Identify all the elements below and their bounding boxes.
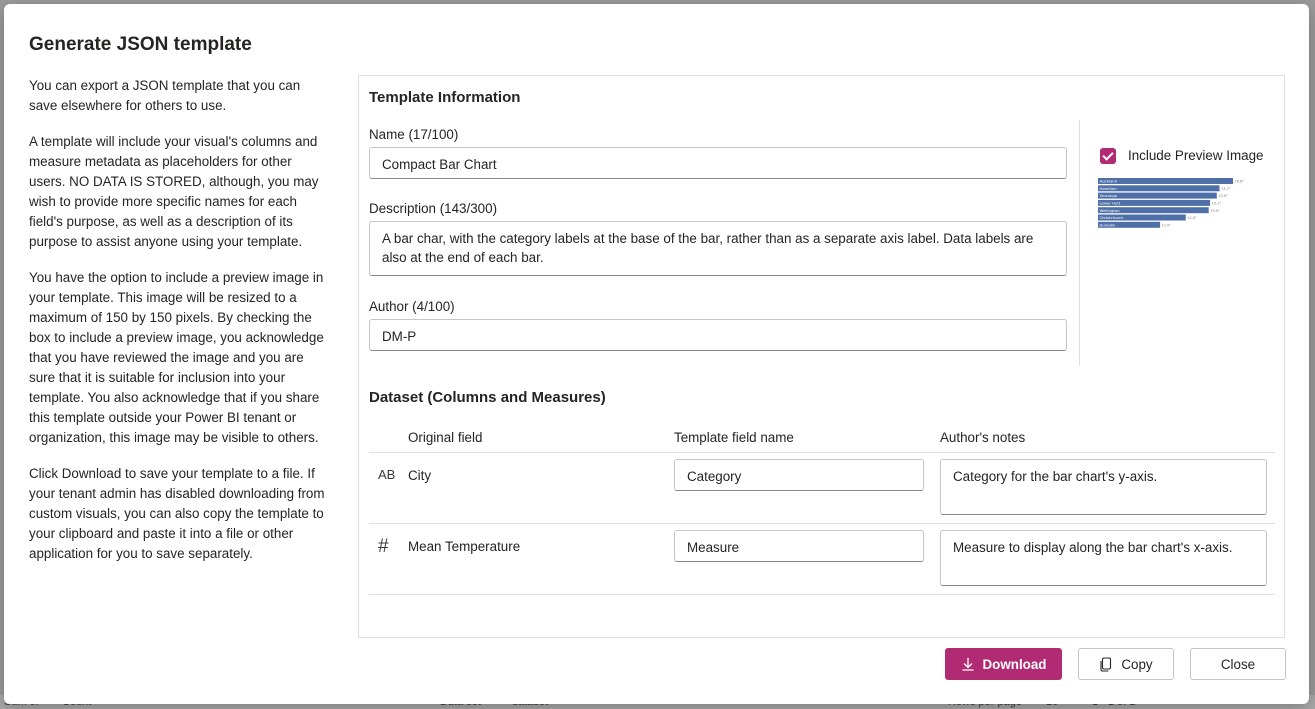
name-input[interactable]: Compact Bar Chart	[369, 147, 1067, 179]
copy-icon	[1099, 656, 1113, 672]
description-input[interactable]: A bar char, with the category labels at …	[369, 221, 1067, 276]
col-header-notes: Author's notes	[940, 430, 1026, 445]
template-panel: Template Information Name (17/100) Compa…	[358, 75, 1285, 638]
original-field-name: Mean Temperature	[408, 539, 521, 554]
help-paragraph: Click Download to save your template to …	[29, 466, 325, 561]
download-button[interactable]: Download	[945, 648, 1062, 680]
row-divider	[369, 452, 1275, 453]
preview-data-label: 12.0°	[1187, 216, 1197, 220]
row-divider	[369, 523, 1275, 524]
generate-template-dialog: Generate JSON template You can export a …	[4, 4, 1309, 704]
close-label: Close	[1220, 656, 1256, 672]
author-input[interactable]: DM-P	[369, 319, 1067, 351]
author-label: Author (4/100)	[369, 299, 455, 314]
help-paragraph: A template will include your visual's co…	[29, 134, 319, 249]
row-divider	[369, 594, 1275, 595]
help-paragraph: You have the option to include a preview…	[29, 270, 324, 445]
preview-bar-label: Tauranga	[1099, 193, 1117, 198]
help-paragraph: You can export a JSON template that you …	[29, 78, 301, 113]
preview-bar-label: Dunedin	[1100, 222, 1117, 227]
close-button[interactable]: Close	[1190, 648, 1286, 680]
name-label: Name (17/100)	[369, 127, 459, 142]
text-type-icon: AB	[378, 467, 396, 482]
download-icon	[961, 657, 975, 671]
include-preview-checkbox[interactable]	[1100, 148, 1116, 164]
number-type-icon: #	[378, 536, 389, 557]
preview-bar-label: Christchurch	[1100, 215, 1125, 220]
copy-button[interactable]: Copy	[1078, 648, 1174, 680]
preview-data-label: 13.1°	[1212, 202, 1222, 206]
preview-data-label: 11.0°	[1162, 223, 1172, 227]
dataset-heading: Dataset (Columns and Measures)	[369, 389, 606, 406]
help-text: You can export a JSON template that you …	[29, 76, 331, 580]
dialog-title: Generate JSON template	[29, 34, 252, 55]
preview-image: Auckland 16.6° Hamilton 13.7° Tauranga 13.9° L…	[1098, 178, 1245, 228]
preview-data-label: 13.9°	[1218, 194, 1228, 198]
include-preview-label[interactable]: Include Preview Image	[1128, 148, 1263, 163]
template-info-heading: Template Information	[369, 89, 521, 106]
description-label: Description (143/300)	[369, 201, 498, 216]
col-header-original: Original field	[408, 430, 483, 445]
preview-bar-label: Auckland	[1100, 179, 1118, 184]
col-header-template: Template field name	[674, 430, 794, 445]
original-field-name: City	[408, 468, 432, 483]
template-field-input[interactable]: Measure	[674, 530, 924, 562]
download-label: Download	[982, 656, 1047, 672]
preview-bar-label: Hamilton	[1100, 186, 1118, 191]
section-divider	[1079, 120, 1080, 366]
preview-data-label: 16.6°	[1235, 180, 1245, 184]
preview-bar-label: Wellington	[1100, 208, 1121, 213]
preview-bar	[1098, 178, 1233, 184]
preview-bar-label: Lower Hutt	[1100, 201, 1121, 206]
preview-data-label: 13.0°	[1210, 209, 1220, 213]
author-notes-input[interactable]: Category for the bar chart's y-axis.	[940, 459, 1267, 515]
copy-label: Copy	[1121, 656, 1153, 672]
template-field-input[interactable]: Category	[674, 459, 924, 491]
preview-data-label: 13.7°	[1221, 187, 1231, 191]
author-notes-input[interactable]: Measure to display along the bar chart's…	[940, 530, 1267, 586]
